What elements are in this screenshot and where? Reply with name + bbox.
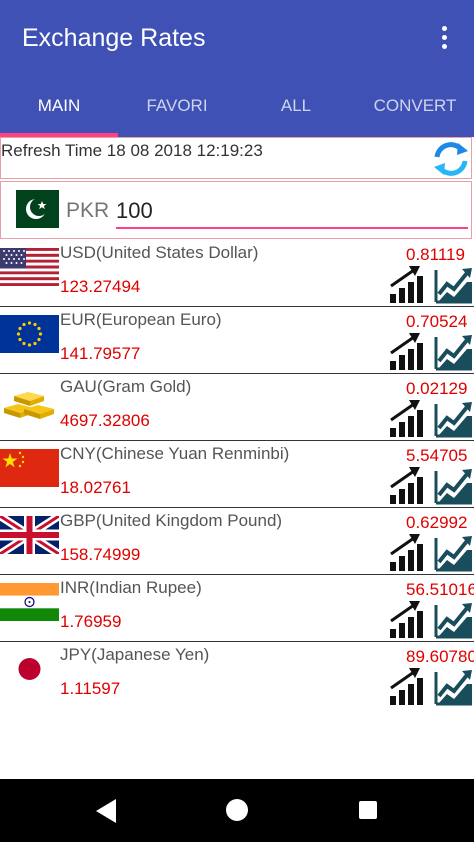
tab-convert[interactable]: CONVERT bbox=[356, 90, 474, 122]
bar-chart-icon[interactable] bbox=[388, 666, 430, 706]
currency-rate: 0.70524 bbox=[406, 312, 468, 331]
currency-value: 123.27494 bbox=[60, 277, 141, 296]
currency-value: 18.02761 bbox=[60, 478, 131, 497]
bar-chart-icon[interactable] bbox=[388, 532, 430, 572]
currency-row-gau[interactable]: GAU(Gram Gold) 0.02129 4697.32806 bbox=[0, 374, 474, 441]
amount-input[interactable] bbox=[116, 195, 468, 229]
refresh-icon[interactable] bbox=[432, 140, 470, 178]
currency-row-jpy[interactable]: JPY(Japanese Yen) 89.60780 1.11597 bbox=[0, 642, 474, 709]
back-icon[interactable] bbox=[94, 798, 118, 824]
gb-flag-icon bbox=[0, 516, 59, 554]
cn-flag-icon bbox=[0, 449, 59, 487]
currency-row-gbp[interactable]: GBP(United Kingdom Pound) 0.62992 158.74… bbox=[0, 508, 474, 575]
refresh-time: Refresh Time 18 08 2018 12:19:23 bbox=[1, 141, 263, 160]
trend-chart-icon[interactable] bbox=[434, 331, 474, 371]
currency-value: 4697.32806 bbox=[60, 411, 150, 430]
trend-chart-icon[interactable] bbox=[434, 666, 474, 706]
bar-chart-icon[interactable] bbox=[388, 599, 430, 639]
trend-chart-icon[interactable] bbox=[434, 599, 474, 639]
currency-value: 158.74999 bbox=[60, 545, 141, 564]
currency-name: EUR(European Euro) bbox=[60, 310, 222, 329]
tab-main[interactable]: MAIN bbox=[0, 90, 118, 122]
recent-apps-icon[interactable] bbox=[359, 801, 377, 819]
trend-chart-icon[interactable] bbox=[434, 264, 474, 304]
gold-bars-icon bbox=[4, 392, 54, 419]
jp-flag-icon bbox=[0, 650, 59, 688]
currency-name: JPY(Japanese Yen) bbox=[60, 645, 210, 664]
trend-chart-icon[interactable] bbox=[434, 532, 474, 572]
currency-row-inr[interactable]: INR(Indian Rupee) 56.51016 1.76959 bbox=[0, 575, 474, 642]
currency-rate: 56.51016 bbox=[406, 580, 474, 599]
currency-row-cny[interactable]: CNY(Chinese Yuan Renminbi) 5.54705 18.02… bbox=[0, 441, 474, 508]
currency-row-eur[interactable]: EUR(European Euro) 0.70524 141.79577 bbox=[0, 307, 474, 374]
currency-rate: 0.62992 bbox=[406, 513, 468, 532]
currency-rate: 0.02129 bbox=[406, 379, 468, 398]
bar-chart-icon[interactable] bbox=[388, 331, 430, 371]
currency-value: 141.79577 bbox=[60, 344, 141, 363]
app-title: Exchange Rates bbox=[22, 24, 206, 52]
bar-chart-icon[interactable] bbox=[388, 264, 430, 304]
pk-flag-icon bbox=[2, 190, 59, 228]
currency-value: 1.76959 bbox=[60, 612, 122, 631]
bar-chart-icon[interactable] bbox=[388, 398, 430, 438]
currency-rate: 5.54705 bbox=[406, 446, 468, 465]
currency-name: CNY(Chinese Yuan Renminbi) bbox=[60, 444, 290, 463]
bar-chart-icon[interactable] bbox=[388, 465, 430, 505]
currency-name: INR(Indian Rupee) bbox=[60, 578, 202, 597]
currency-name: GBP(United Kingdom Pound) bbox=[60, 511, 283, 530]
trend-chart-icon[interactable] bbox=[434, 398, 474, 438]
currency-value: 1.11597 bbox=[60, 679, 121, 698]
trend-chart-icon[interactable] bbox=[434, 465, 474, 505]
overflow-menu-icon[interactable] bbox=[432, 22, 456, 54]
us-flag-icon bbox=[0, 248, 59, 286]
base-currency-code: PKR bbox=[66, 199, 110, 222]
tab-favori[interactable]: FAVORI bbox=[118, 90, 236, 122]
currency-rate: 0.81119 bbox=[406, 245, 465, 264]
home-icon[interactable] bbox=[226, 799, 248, 821]
eu-flag-icon bbox=[0, 315, 59, 353]
currency-name: USD(United States Dollar) bbox=[60, 243, 259, 262]
currency-name: GAU(Gram Gold) bbox=[60, 377, 192, 396]
currency-rate: 89.60780 bbox=[406, 647, 474, 666]
in-flag-icon bbox=[0, 583, 59, 621]
currency-row-usd[interactable]: USD(United States Dollar) 0.81119 123.27… bbox=[0, 240, 474, 307]
tab-all[interactable]: ALL bbox=[236, 90, 356, 122]
